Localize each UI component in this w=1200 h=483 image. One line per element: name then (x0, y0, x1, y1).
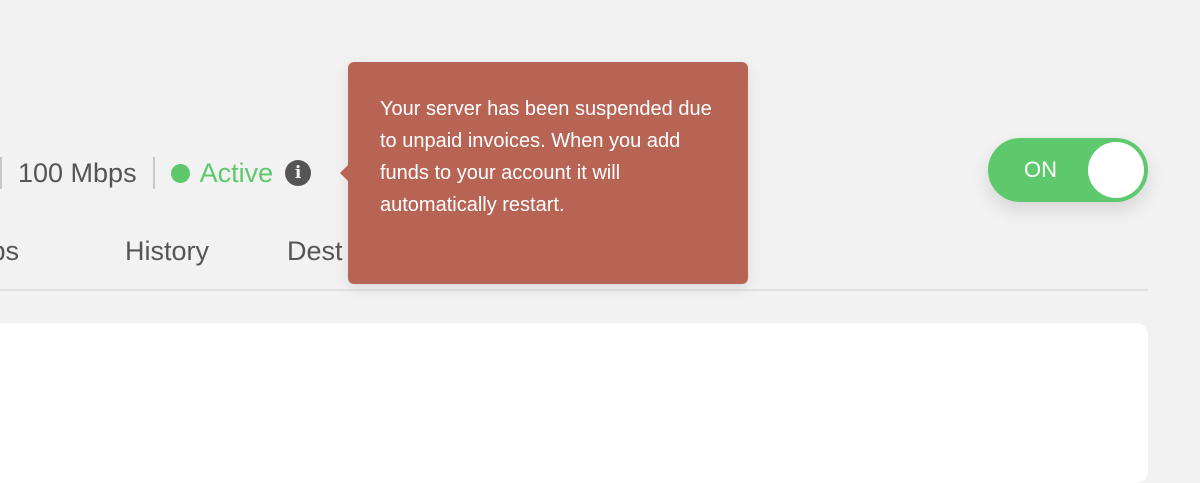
tooltip-text: Your server has been suspended due to un… (380, 98, 712, 216)
tab-history[interactable]: History (125, 236, 209, 267)
tab-backups[interactable]: kups (0, 236, 19, 267)
server-status-line: 100 Mbps Active i (0, 154, 312, 192)
status-label: Active (199, 157, 274, 188)
status-divider (152, 157, 155, 189)
tabs-divider (0, 289, 1148, 291)
suspension-tooltip: Your server has been suspended due to un… (340, 62, 748, 284)
info-circle-icon[interactable]: i (285, 160, 312, 186)
status-divider (0, 157, 2, 189)
bandwidth-value: 100 Mbps (18, 157, 137, 188)
tooltip-arrow (340, 165, 348, 181)
status-dot-icon (170, 163, 190, 183)
toggle-label: ON (1024, 157, 1057, 182)
tab-destroy[interactable]: Dest (287, 236, 343, 267)
content-panel (0, 323, 1148, 483)
power-toggle[interactable]: ON (988, 138, 1148, 202)
toggle-knob (1088, 142, 1144, 198)
